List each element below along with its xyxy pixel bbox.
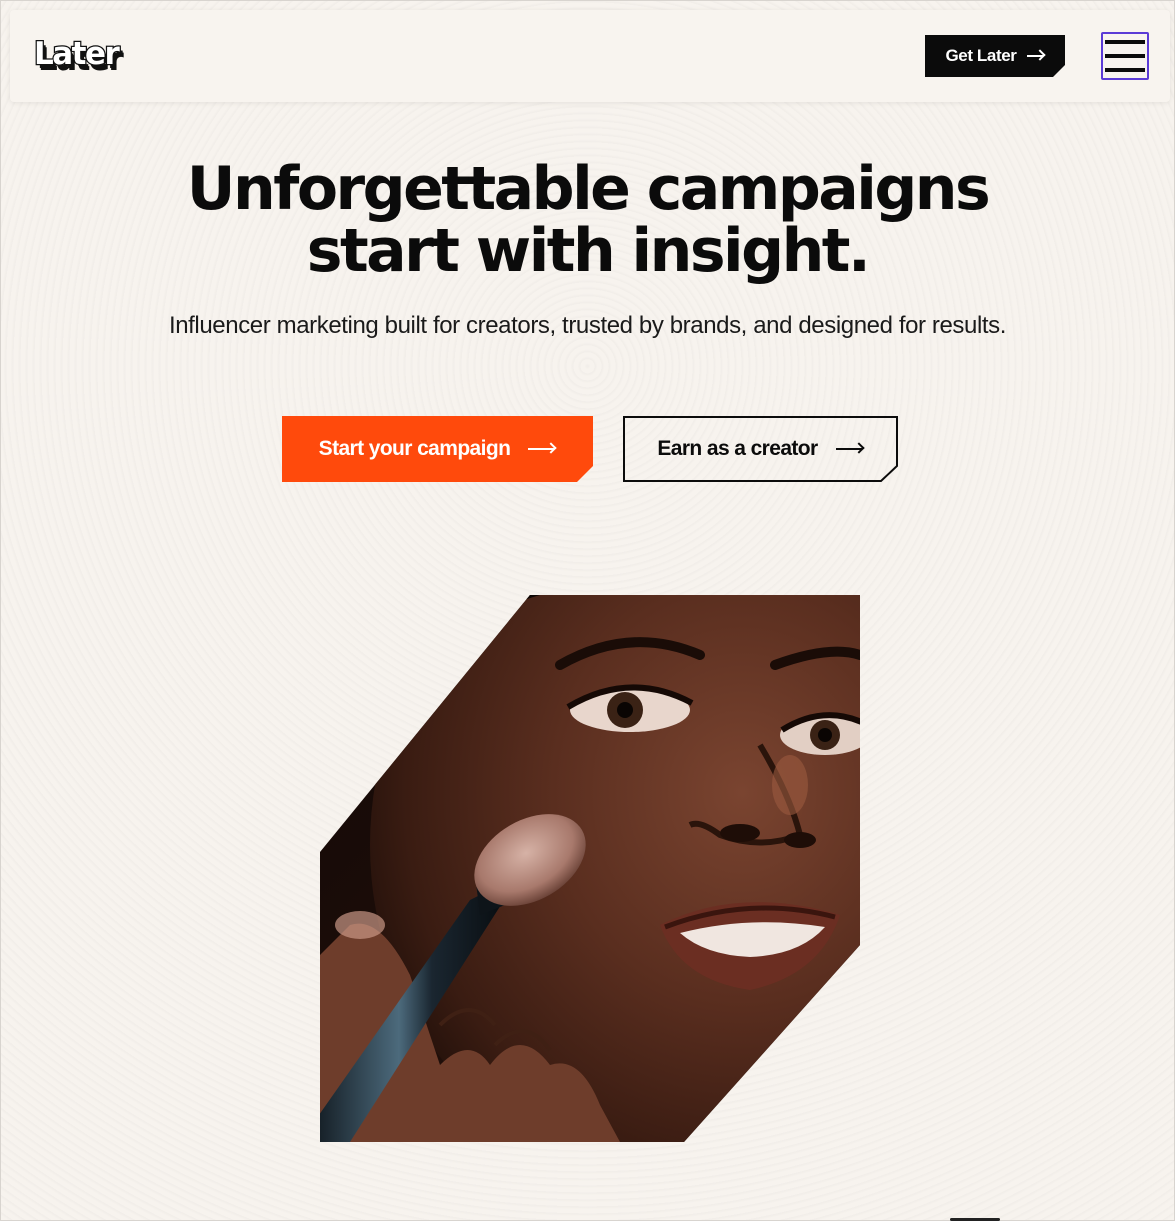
menu-bar-bottom bbox=[1105, 68, 1145, 72]
hero-title: Unforgettable campaigns start with insig… bbox=[60, 158, 1115, 282]
hero-title-line-1: Unforgettable campaigns bbox=[186, 154, 991, 224]
hero-subtitle: Influencer marketing built for creators,… bbox=[168, 312, 1007, 339]
site-header: Later Get Later bbox=[10, 10, 1170, 102]
menu-bar-top bbox=[1105, 40, 1145, 44]
start-campaign-label: Start your campaign bbox=[318, 437, 511, 460]
hamburger-menu-icon[interactable] bbox=[1101, 32, 1149, 80]
start-campaign-button[interactable]: Start your campaign bbox=[282, 416, 593, 482]
get-later-label: Get Later bbox=[945, 46, 1017, 65]
hero-title-line-2: start with insight. bbox=[306, 216, 871, 286]
earn-as-creator-label: Earn as a creator bbox=[657, 437, 818, 460]
logo-text: Later bbox=[33, 35, 121, 74]
get-later-button[interactable]: Get Later bbox=[925, 35, 1065, 77]
hero-image bbox=[320, 595, 860, 1142]
earn-as-creator-button[interactable]: Earn as a creator bbox=[623, 416, 898, 482]
later-logo[interactable]: Later bbox=[33, 35, 174, 78]
menu-bar-middle bbox=[1105, 54, 1145, 58]
arrow-right-icon bbox=[528, 443, 556, 455]
arrow-right-icon bbox=[1027, 50, 1045, 62]
arrow-right-icon bbox=[835, 443, 864, 455]
